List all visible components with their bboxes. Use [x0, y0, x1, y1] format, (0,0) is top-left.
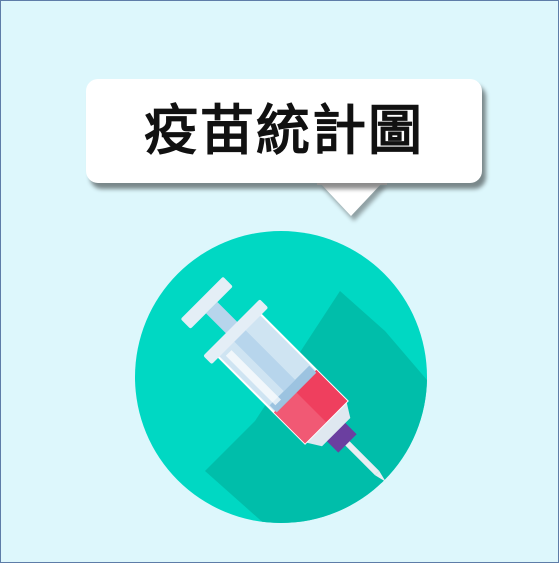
bubble-tail	[319, 182, 383, 216]
vaccine-icon-button[interactable]	[135, 231, 427, 523]
app-frame: 疫苗統計圖	[0, 0, 559, 563]
syringe-icon	[135, 231, 427, 523]
title-bubble[interactable]: 疫苗統計圖	[86, 79, 482, 183]
page-title: 疫苗統計圖	[144, 99, 424, 162]
